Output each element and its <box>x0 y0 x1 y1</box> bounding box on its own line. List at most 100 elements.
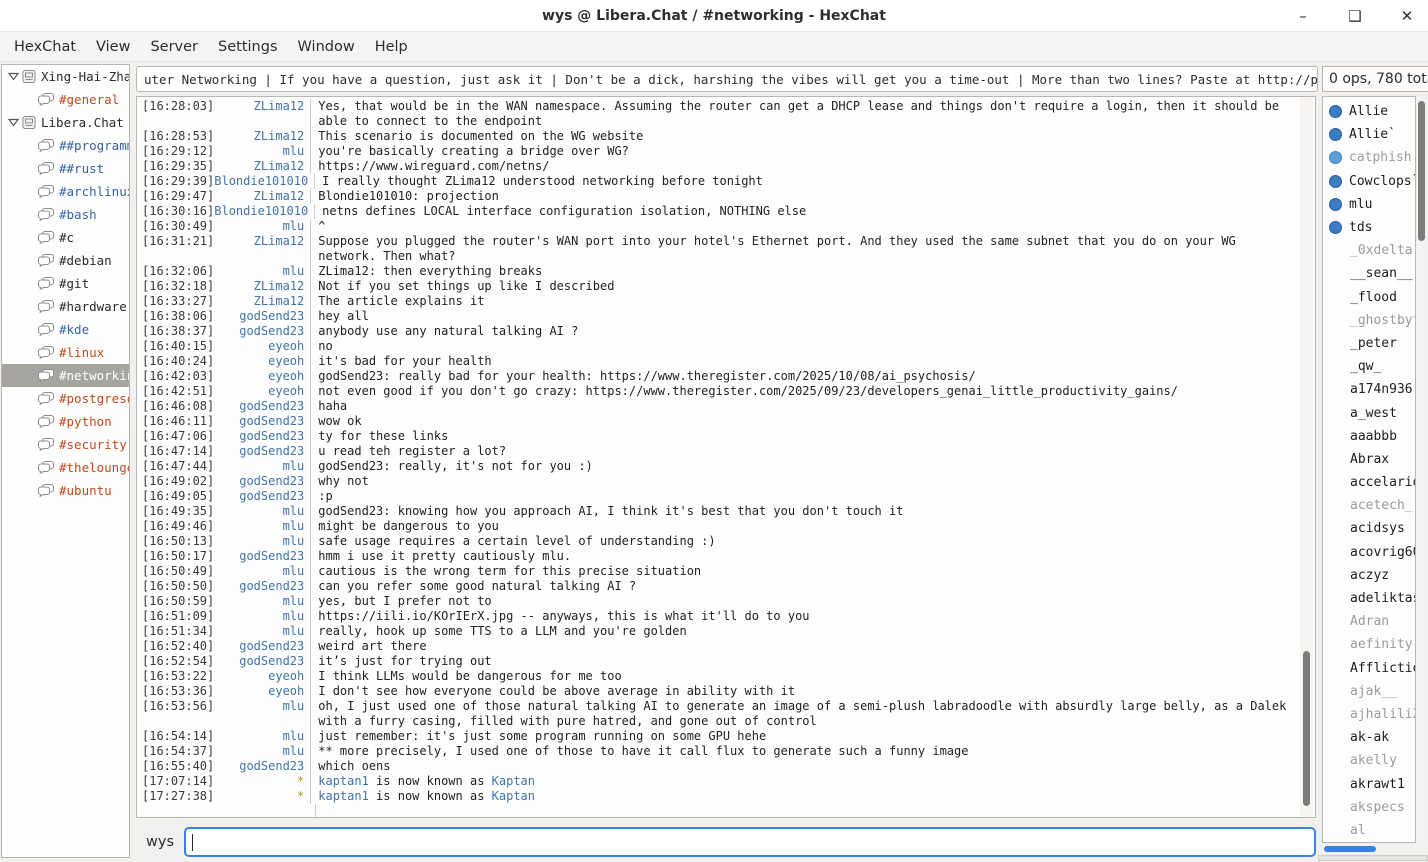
tree-item-kde[interactable]: #kde <box>2 318 129 341</box>
chat-vertical-scrollbar[interactable] <box>1300 97 1313 817</box>
message-nick[interactable]: ZLima12 <box>214 129 310 144</box>
user-list-item[interactable]: adeliktas <box>1323 587 1415 610</box>
message-nick[interactable]: godSend23 <box>214 474 310 489</box>
user-list-item[interactable]: akrawt1 <box>1323 772 1415 795</box>
user-list-item[interactable]: catphish <box>1323 146 1415 169</box>
expander-icon[interactable] <box>6 118 20 127</box>
message-nick[interactable]: eyeoh <box>214 369 310 384</box>
user-list-item[interactable]: mlu <box>1323 193 1415 216</box>
message-nick[interactable]: godSend23 <box>214 579 310 594</box>
message-nick[interactable]: godSend23 <box>214 324 310 339</box>
message-nick[interactable]: ZLima12 <box>214 279 310 294</box>
menu-settings[interactable]: Settings <box>208 35 287 59</box>
tree-item-git[interactable]: #git <box>2 272 129 295</box>
user-list[interactable]: AllieAllie`catphishCowclops`mlutds_0xdel… <box>1322 96 1416 843</box>
message-nick[interactable]: Blondie101010 <box>214 174 314 189</box>
tree-item-programming[interactable]: ##programming <box>2 134 129 157</box>
tree-item-networking[interactable]: #networking <box>2 364 129 387</box>
message-nick[interactable]: godSend23 <box>214 654 310 669</box>
message-nick[interactable]: ZLima12 <box>214 294 310 309</box>
user-list-item[interactable]: Allie <box>1323 100 1415 123</box>
message-nick[interactable]: mlu <box>214 564 310 579</box>
user-list-item[interactable]: _peter <box>1323 332 1415 355</box>
userlist-scrollbar-thumb[interactable] <box>1418 101 1425 241</box>
message-nick[interactable]: Blondie101010 <box>214 204 314 219</box>
message-nick[interactable]: eyeoh <box>214 669 310 684</box>
tree-item-archlinux[interactable]: #archlinux <box>2 180 129 203</box>
user-list-item[interactable]: Allie` <box>1323 123 1415 146</box>
user-list-item[interactable]: accelario <box>1323 471 1415 494</box>
message-nick[interactable]: mlu <box>214 744 310 759</box>
message-nick[interactable]: godSend23 <box>214 429 310 444</box>
user-list-item[interactable]: ajhalili2 <box>1323 703 1415 726</box>
message-nick[interactable]: mlu <box>214 699 310 714</box>
message-nick[interactable]: mlu <box>214 519 310 534</box>
tree-item-postgresql[interactable]: #postgresql <box>2 387 129 410</box>
channel-tree[interactable]: Xing-Hai-Zhan#generalLibera.Chat##progra… <box>1 64 130 858</box>
message-nick[interactable]: godSend23 <box>214 489 310 504</box>
menu-view[interactable]: View <box>86 35 140 59</box>
user-list-item[interactable]: aczyz <box>1323 564 1415 587</box>
message-nick[interactable]: mlu <box>214 144 310 159</box>
bottom-scrollbar-trough[interactable] <box>1318 855 1428 861</box>
message-nick[interactable]: eyeoh <box>214 339 310 354</box>
chat-scrollbar-thumb[interactable] <box>1303 651 1310 806</box>
expander-icon[interactable] <box>6 72 20 81</box>
chat-message-area[interactable]: [16:28:03]ZLima12Yes, that would be in t… <box>136 96 1316 818</box>
user-list-item[interactable]: __sean__ <box>1323 262 1415 285</box>
message-nick[interactable]: eyeoh <box>214 354 310 369</box>
tree-item-security[interactable]: #security <box>2 433 129 456</box>
message-nick[interactable]: godSend23 <box>214 444 310 459</box>
message-nick[interactable]: mlu <box>214 594 310 609</box>
menu-server[interactable]: Server <box>140 35 208 59</box>
userlist-hscrollbar-thumb[interactable] <box>1324 846 1376 852</box>
message-nick[interactable]: mlu <box>214 624 310 639</box>
user-list-item[interactable]: a_west <box>1323 401 1415 424</box>
message-nick[interactable]: mlu <box>214 729 310 744</box>
message-nick[interactable]: ZLima12 <box>214 159 310 174</box>
userlist-vertical-scrollbar[interactable] <box>1417 96 1426 843</box>
tree-item-python[interactable]: #python <box>2 410 129 433</box>
tree-item-ubuntu[interactable]: #ubuntu <box>2 479 129 502</box>
message-nick[interactable]: eyeoh <box>214 384 310 399</box>
tree-item-Libera.Chat[interactable]: Libera.Chat <box>2 111 129 134</box>
user-list-item[interactable]: _flood <box>1323 286 1415 309</box>
message-nick[interactable]: mlu <box>214 264 310 279</box>
message-nick[interactable]: ZLima12 <box>214 99 310 114</box>
message-input[interactable] <box>184 827 1316 857</box>
user-list-item[interactable]: aaabbb <box>1323 425 1415 448</box>
userlist-horizontal-scrollbar[interactable] <box>1322 845 1426 853</box>
topic-bar[interactable]: uter Networking | If you have a question… <box>136 66 1318 92</box>
message-nick[interactable]: godSend23 <box>214 759 310 774</box>
user-list-item[interactable]: ajak__ <box>1323 680 1415 703</box>
message-nick[interactable]: mlu <box>214 459 310 474</box>
user-list-item[interactable]: akelly <box>1323 749 1415 772</box>
message-nick[interactable]: godSend23 <box>214 309 310 324</box>
message-nick[interactable]: godSend23 <box>214 414 310 429</box>
user-list-item[interactable]: al <box>1323 819 1415 842</box>
user-list-item[interactable]: ak-ak <box>1323 726 1415 749</box>
message-nick[interactable]: * <box>214 774 310 789</box>
menu-hexchat[interactable]: HexChat <box>4 35 86 59</box>
tree-item-bash[interactable]: #bash <box>2 203 129 226</box>
message-nick[interactable]: godSend23 <box>214 639 310 654</box>
tree-item-thelounge[interactable]: #thelounge <box>2 456 129 479</box>
tree-item-Xing-Hai-Zhan[interactable]: Xing-Hai-Zhan <box>2 65 129 88</box>
user-list-item[interactable]: acidsys <box>1323 517 1415 540</box>
maximize-icon[interactable]: ❑ <box>1342 3 1368 29</box>
message-nick[interactable]: eyeoh <box>214 684 310 699</box>
user-list-item[interactable]: acovrig60 <box>1323 541 1415 564</box>
message-nick[interactable]: mlu <box>214 609 310 624</box>
message-nick[interactable]: godSend23 <box>214 399 310 414</box>
tree-item-debian[interactable]: #debian <box>2 249 129 272</box>
message-nick[interactable]: * <box>214 789 310 804</box>
tree-item-rust[interactable]: ##rust <box>2 157 129 180</box>
user-list-item[interactable]: a174n936 <box>1323 378 1415 401</box>
user-list-item[interactable]: akspecs <box>1323 796 1415 819</box>
user-list-item[interactable]: Abrax <box>1323 448 1415 471</box>
tree-item-c[interactable]: #c <box>2 226 129 249</box>
tree-item-general[interactable]: #general <box>2 88 129 111</box>
user-list-item[interactable]: _qw_ <box>1323 355 1415 378</box>
user-list-item[interactable]: Adran <box>1323 610 1415 633</box>
tree-item-linux[interactable]: #linux <box>2 341 129 364</box>
